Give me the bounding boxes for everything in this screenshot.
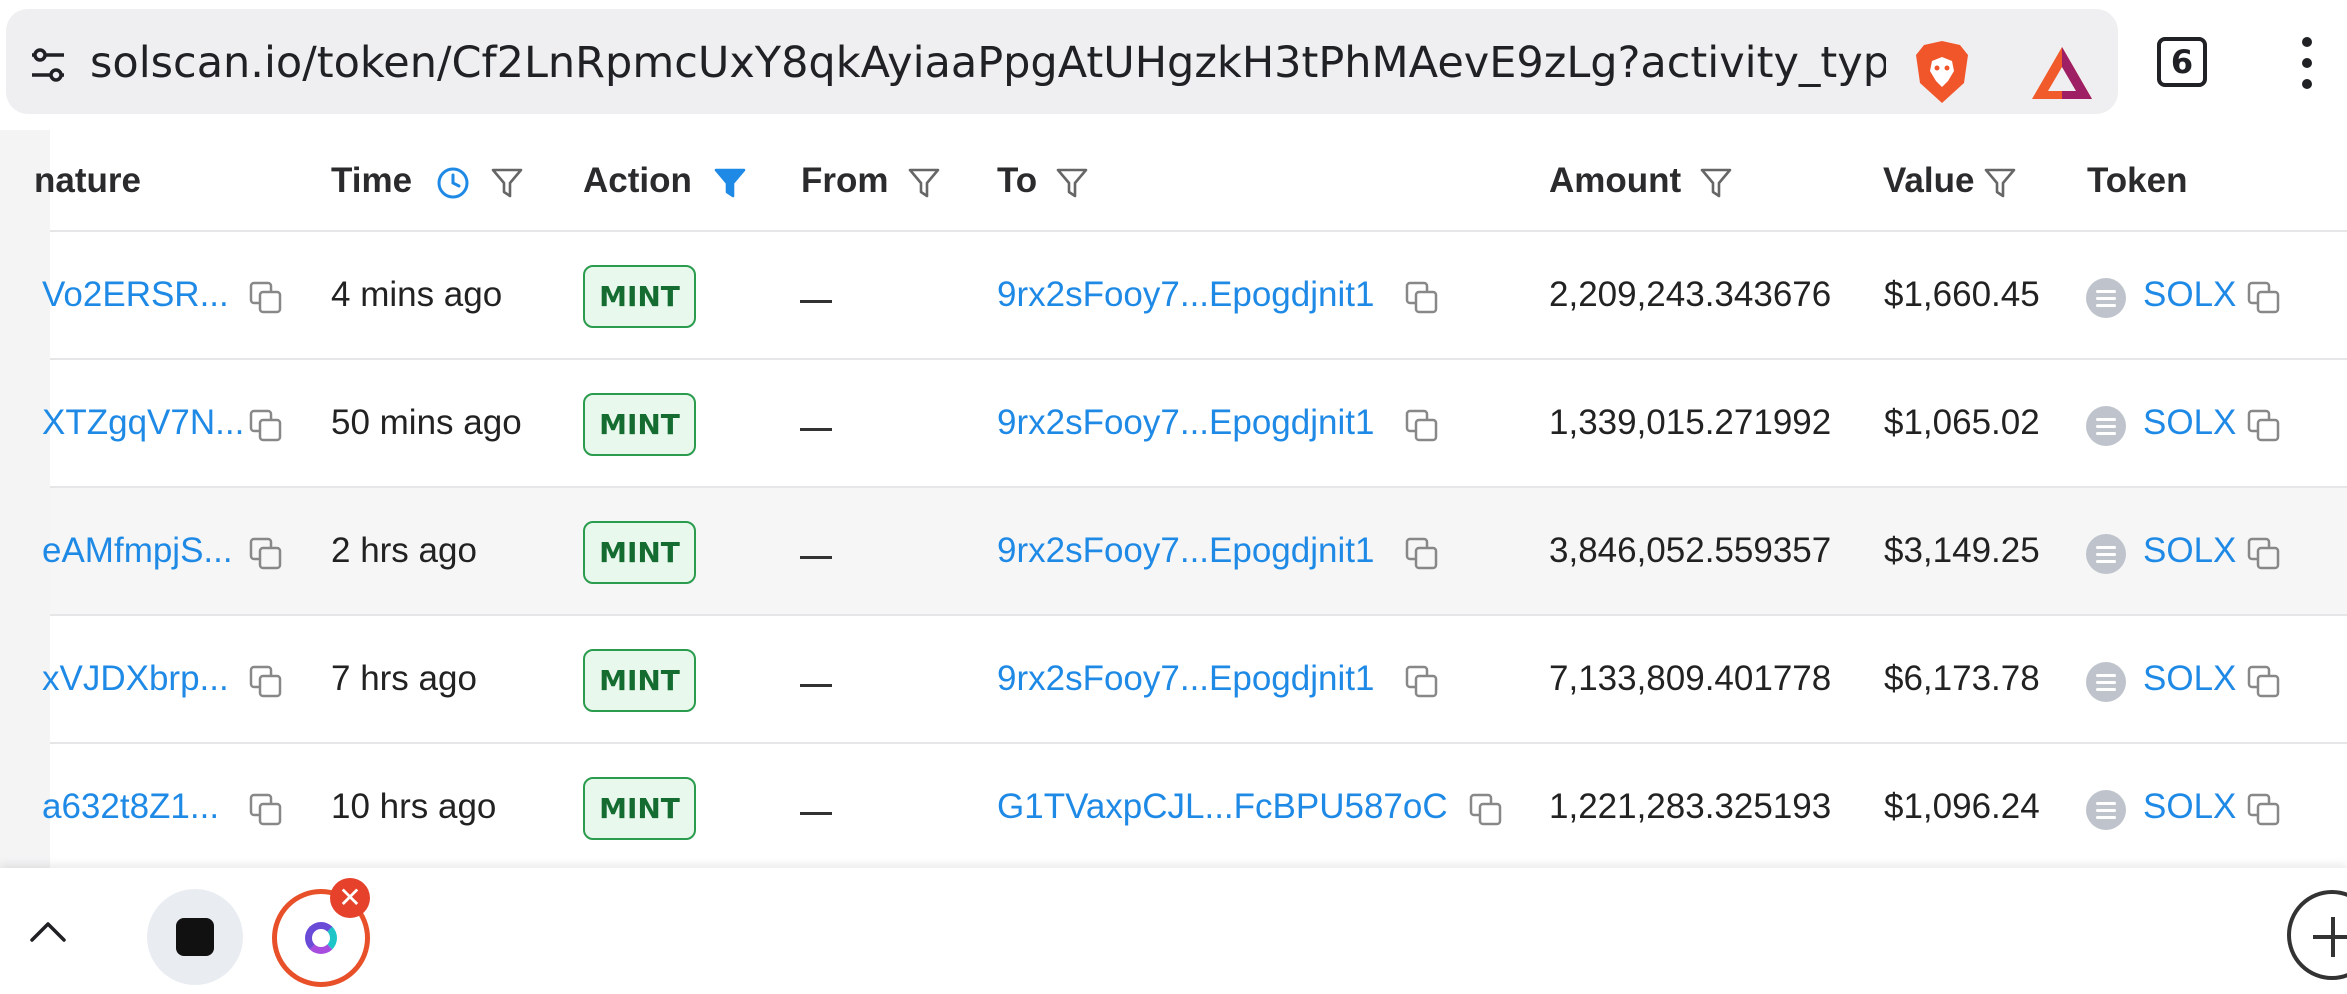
copy-icon[interactable]: [248, 408, 284, 444]
filter-icon[interactable]: [1983, 166, 2017, 200]
column-time: Time: [331, 161, 413, 200]
time-cell: 2 hrs ago: [331, 531, 477, 570]
copy-icon[interactable]: [2246, 408, 2282, 444]
to-address-link[interactable]: G1TVaxpCJL...FcBPU587oC: [997, 784, 1448, 830]
token-link[interactable]: SOLX: [2143, 272, 2236, 318]
filter-active-icon[interactable]: [713, 166, 747, 200]
solx-token-icon: [2086, 534, 2126, 574]
tab-thumbnail-brave[interactable]: [147, 889, 243, 985]
table-header: nature Time Action From To Amount Value …: [34, 130, 2347, 232]
token-link[interactable]: SOLX: [2143, 400, 2236, 446]
copy-icon[interactable]: [248, 536, 284, 572]
url-text[interactable]: solscan.io/token/Cf2LnRpmcUxY8qkAyiaaPpg…: [90, 33, 1886, 93]
solx-token-icon: [2086, 406, 2126, 446]
token-link[interactable]: SOLX: [2143, 656, 2236, 702]
to-address-link[interactable]: 9rx2sFooy7...Epogdjnit1: [997, 272, 1374, 318]
brave-rewards-icon[interactable]: [2030, 45, 2094, 101]
from-empty: [800, 556, 832, 559]
from-empty: [800, 684, 832, 687]
copy-icon[interactable]: [2246, 792, 2282, 828]
table-row: xVJDXbrp... 7 hrs ago MINT 9rx2sFooy7...…: [42, 616, 2347, 744]
column-value: Value: [1883, 161, 1975, 200]
copy-icon[interactable]: [2246, 536, 2282, 572]
clock-icon[interactable]: [436, 166, 470, 200]
from-empty: [800, 300, 832, 303]
time-cell: 7 hrs ago: [331, 659, 477, 698]
new-tab-plus-icon[interactable]: [2287, 890, 2347, 980]
action-badge: MINT: [583, 521, 696, 584]
filter-icon[interactable]: [1055, 166, 1089, 200]
amount-cell: 3,846,052.559357: [1549, 531, 1832, 570]
token-link[interactable]: SOLX: [2143, 784, 2236, 830]
app-logo-icon: [305, 922, 337, 954]
page-content: nature Time Action From To Amount Value …: [0, 130, 2347, 868]
copy-icon[interactable]: [1404, 536, 1440, 572]
amount-cell: 1,339,015.271992: [1549, 403, 1832, 442]
copy-icon[interactable]: [1404, 408, 1440, 444]
site-settings-icon[interactable]: [28, 45, 68, 85]
copy-icon[interactable]: [248, 280, 284, 316]
value-cell: $1,096.24: [1884, 787, 2040, 826]
amount-cell: 7,133,809.401778: [1549, 659, 1832, 698]
to-address-link[interactable]: 9rx2sFooy7...Epogdjnit1: [997, 656, 1374, 702]
action-badge: MINT: [583, 777, 696, 840]
column-token: Token: [2087, 161, 2188, 200]
value-cell: $3,149.25: [1884, 531, 2040, 570]
amount-cell: 1,221,283.325193: [1549, 787, 1832, 826]
value-cell: $1,660.45: [1884, 275, 2040, 314]
copy-icon[interactable]: [248, 664, 284, 700]
copy-icon[interactable]: [248, 792, 284, 828]
column-from: From: [801, 161, 889, 200]
token-link[interactable]: SOLX: [2143, 528, 2236, 574]
browser-toolbar: solscan.io/token/Cf2LnRpmcUxY8qkAyiaaPpg…: [0, 0, 2347, 130]
time-cell: 4 mins ago: [331, 275, 503, 314]
column-signature: nature: [34, 161, 141, 200]
amount-cell: 2,209,243.343676: [1549, 275, 1832, 314]
from-empty: [800, 812, 832, 815]
time-cell: 50 mins ago: [331, 403, 522, 442]
signature-link[interactable]: Vo2ERSR...: [42, 272, 229, 318]
action-badge: MINT: [583, 265, 696, 328]
value-cell: $1,065.02: [1884, 403, 2040, 442]
column-to: To: [997, 161, 1038, 200]
filter-icon[interactable]: [490, 166, 524, 200]
solx-token-icon: [2086, 662, 2126, 702]
close-icon[interactable]: ✕: [330, 878, 370, 918]
to-address-link[interactable]: 9rx2sFooy7...Epogdjnit1: [997, 528, 1374, 574]
table-row: Vo2ERSR... 4 mins ago MINT 9rx2sFooy7...…: [42, 232, 2347, 360]
action-badge: MINT: [583, 649, 696, 712]
filter-icon[interactable]: [1699, 166, 1733, 200]
filter-icon[interactable]: [907, 166, 941, 200]
to-address-link[interactable]: 9rx2sFooy7...Epogdjnit1: [997, 400, 1374, 446]
column-action: Action: [583, 161, 692, 200]
bottom-toolbar: ✕: [0, 868, 2347, 994]
table-row: XTZgqV7N... 50 mins ago MINT 9rx2sFooy7.…: [42, 360, 2347, 488]
value-cell: $6,173.78: [1884, 659, 2040, 698]
copy-icon[interactable]: [2246, 280, 2282, 316]
activity-table: nature Time Action From To Amount Value …: [34, 130, 2347, 868]
solx-token-icon: [2086, 790, 2126, 830]
copy-icon[interactable]: [2246, 664, 2282, 700]
address-bar[interactable]: solscan.io/token/Cf2LnRpmcUxY8qkAyiaaPpg…: [6, 9, 2118, 114]
signature-link[interactable]: XTZgqV7N...: [42, 400, 244, 446]
solx-token-icon: [2086, 278, 2126, 318]
tab-switcher-button[interactable]: 6: [2157, 37, 2207, 87]
brave-logo-icon: [176, 918, 214, 956]
chevron-up-icon[interactable]: [28, 912, 68, 952]
from-empty: [800, 428, 832, 431]
time-cell: 10 hrs ago: [331, 787, 497, 826]
signature-link[interactable]: xVJDXbrp...: [42, 656, 229, 702]
column-amount: Amount: [1549, 161, 1682, 200]
copy-icon[interactable]: [1404, 664, 1440, 700]
signature-link[interactable]: eAMfmpjS...: [42, 528, 233, 574]
more-menu-icon[interactable]: [2292, 35, 2322, 91]
table-row: eAMfmpjS... 2 hrs ago MINT 9rx2sFooy7...…: [42, 488, 2347, 616]
table-row: a632t8Z1... 10 hrs ago MINT G1TVaxpCJL..…: [42, 744, 2347, 868]
copy-icon[interactable]: [1404, 280, 1440, 316]
brave-shields-icon[interactable]: [1912, 39, 1972, 105]
signature-link[interactable]: a632t8Z1...: [42, 784, 219, 830]
action-badge: MINT: [583, 393, 696, 456]
copy-icon[interactable]: [1468, 792, 1504, 828]
